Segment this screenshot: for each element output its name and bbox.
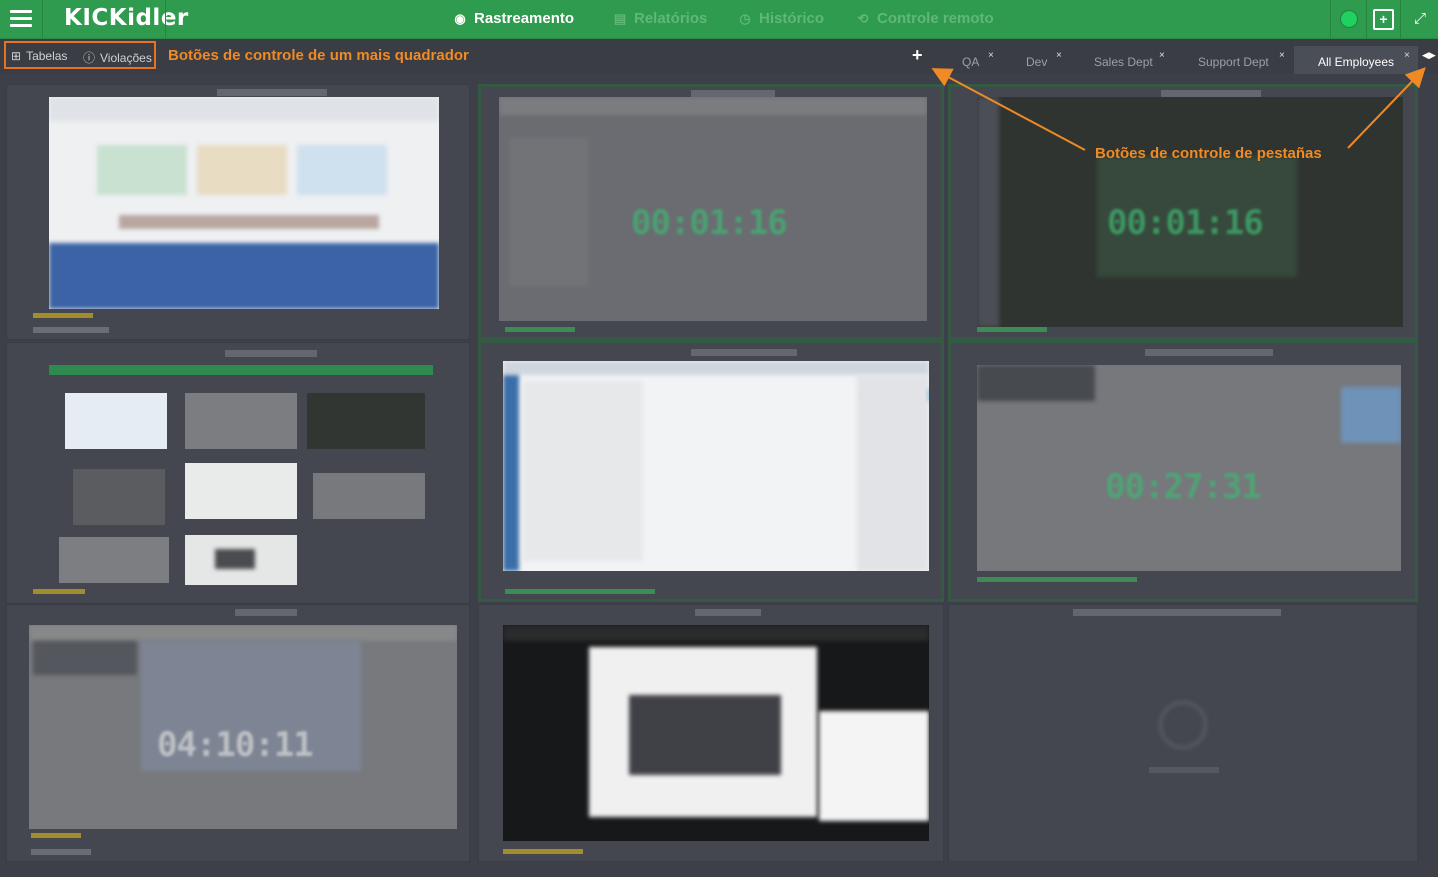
arrow-to-tab-scroll: [1347, 67, 1426, 149]
arrow-to-add-tab: [931, 68, 1086, 151]
annotation-tab-controls: Botões de controle de pestañas: [1095, 145, 1322, 162]
annotation-arrows: [931, 67, 1426, 151]
